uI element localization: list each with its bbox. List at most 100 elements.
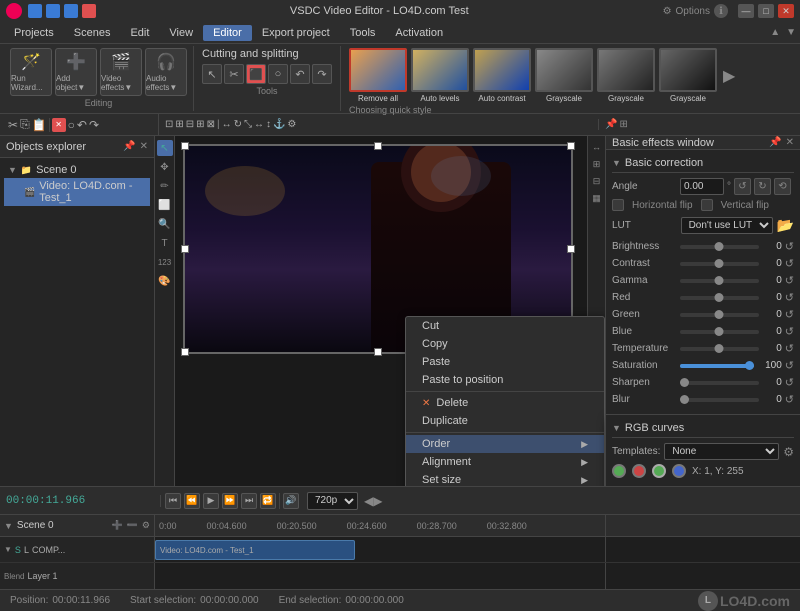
flip-h-icon[interactable]: ↔	[254, 119, 264, 130]
gamma-thumb[interactable]	[715, 276, 724, 285]
run-wizard-button[interactable]: 🪄 Run Wizard...	[10, 48, 52, 96]
handle-tl[interactable]	[181, 142, 189, 150]
blur-reset-icon[interactable]: ↺	[785, 393, 794, 406]
contrast-slider[interactable]	[680, 262, 759, 266]
blur-slider[interactable]	[680, 398, 759, 402]
play-btn[interactable]: ▶	[203, 493, 219, 509]
flip-v-icon[interactable]: ↕	[266, 119, 271, 130]
brightness-slider[interactable]	[680, 245, 759, 249]
select-tool[interactable]: ↖	[202, 64, 222, 84]
angle-reset-btn[interactable]: ↺	[734, 178, 751, 195]
style-grayscale1[interactable]	[535, 48, 593, 92]
red-reset-icon[interactable]: ↺	[785, 291, 794, 304]
menu-export[interactable]: Export project	[252, 25, 340, 41]
copy-icon[interactable]: ⎘	[20, 117, 30, 132]
blue-reset-icon[interactable]: ↺	[785, 325, 794, 338]
settings-icon[interactable]: ⚙	[287, 119, 296, 130]
saturation-reset-icon[interactable]: ↺	[785, 359, 794, 372]
color-tool[interactable]: 🎨	[157, 273, 173, 289]
ctx-delete[interactable]: ✕ Delete	[406, 394, 604, 412]
track-clip-1[interactable]: Video: LO4D.com - Test_1	[155, 540, 355, 560]
green-thumb[interactable]	[715, 310, 724, 319]
h-flip-checkbox[interactable]	[612, 199, 624, 211]
prev-frame-btn[interactable]: ⏪	[184, 493, 200, 509]
handle-bc[interactable]	[374, 348, 382, 356]
blue-slider[interactable]	[680, 330, 759, 334]
angle-cw-btn[interactable]: ↻	[754, 178, 771, 195]
loop-btn[interactable]: 🔁	[260, 493, 276, 509]
angle-input[interactable]	[680, 178, 724, 195]
expand-icon[interactable]: ◀▶	[364, 494, 382, 508]
brightness-reset-icon[interactable]: ↺	[785, 240, 794, 253]
zoom-in-icon[interactable]: ⊞	[175, 119, 183, 130]
cut-tool[interactable]: ✂	[224, 64, 244, 84]
lut-folder-icon[interactable]: 📂	[777, 217, 794, 234]
contrast-reset-icon[interactable]: ↺	[785, 257, 794, 270]
zoom-out-icon[interactable]: ⊟	[186, 119, 194, 130]
menu-editor[interactable]: Editor	[203, 25, 252, 41]
saturation-thumb[interactable]	[745, 361, 754, 370]
style-auto-contrast[interactable]	[473, 48, 531, 92]
ctx-order[interactable]: Order ▶	[406, 435, 604, 453]
red-slider[interactable]	[680, 296, 759, 300]
menu-activation[interactable]: Activation	[385, 25, 453, 41]
redo-icon[interactable]: ↷	[89, 118, 99, 132]
circle-icon[interactable]: ○	[68, 118, 75, 132]
resize-icon[interactable]: ⤡	[244, 119, 252, 130]
style-arrow-icon[interactable]: ▶	[723, 66, 735, 86]
close-panel-icon[interactable]: ✕	[140, 141, 148, 152]
right-tool-2[interactable]: ⊞	[590, 157, 604, 171]
green-reset-icon[interactable]: ↺	[785, 308, 794, 321]
handle-rc[interactable]	[567, 245, 575, 253]
add-object-button[interactable]: ➕ Add object▼	[55, 48, 97, 96]
video-item[interactable]: 🎬 Video: LO4D.com - Test_1	[4, 178, 150, 206]
temperature-slider[interactable]	[680, 347, 759, 351]
gamma-slider[interactable]	[680, 279, 759, 283]
arrow-select-tool[interactable]: ↖	[157, 140, 173, 156]
skip-start-btn[interactable]: ⏮	[165, 493, 181, 509]
zoom-canvas-tool[interactable]: 🔍	[157, 216, 173, 232]
style-auto-levels[interactable]	[411, 48, 469, 92]
vol-btn[interactable]: 🔊	[283, 493, 299, 509]
ctx-set-size[interactable]: Set size ▶	[406, 471, 604, 486]
zoom-fit-icon[interactable]: ⊡	[165, 119, 173, 130]
style-grayscale3[interactable]	[659, 48, 717, 92]
gamma-reset-icon[interactable]: ↺	[785, 274, 794, 287]
ctx-cut[interactable]: Cut	[406, 317, 604, 335]
ctx-paste-to-pos[interactable]: Paste to position	[406, 371, 604, 389]
ctx-paste[interactable]: Paste	[406, 353, 604, 371]
handle-tr[interactable]	[567, 142, 575, 150]
sharpen-thumb[interactable]	[680, 378, 689, 387]
skip-end-btn[interactable]: ⏭	[241, 493, 257, 509]
text-tool[interactable]: T	[157, 235, 173, 251]
rgb-green2-dot[interactable]	[652, 464, 666, 478]
remove-layer-icon[interactable]: ➖	[127, 520, 138, 531]
rgb-red-dot[interactable]	[632, 464, 646, 478]
anchor-icon[interactable]: ⚓	[273, 119, 285, 130]
snap-icon[interactable]: ⊠	[207, 119, 215, 130]
ctx-duplicate[interactable]: Duplicate	[406, 412, 604, 430]
circle-tool[interactable]: ○	[268, 64, 288, 84]
audio-effects-button[interactable]: 🎧 Audio effects▼	[145, 48, 187, 96]
redo-tool[interactable]: ↷	[312, 64, 332, 84]
undo-icon[interactable]: ↶	[77, 118, 87, 132]
pin-panel-icon[interactable]: 📌	[123, 141, 135, 152]
temperature-thumb[interactable]	[715, 344, 724, 353]
menu-tools[interactable]: Tools	[340, 25, 386, 41]
pencil-tool[interactable]: ✏	[157, 178, 173, 194]
right-tool-1[interactable]: ↔	[590, 140, 604, 154]
add-layer-icon[interactable]: ➕	[111, 520, 122, 531]
brightness-thumb[interactable]	[715, 242, 724, 251]
options-label[interactable]: Options	[676, 6, 710, 17]
close-right-panel-icon[interactable]: ✕	[786, 137, 794, 148]
rgb-green-dot[interactable]	[612, 464, 626, 478]
blue-thumb[interactable]	[715, 327, 724, 336]
maximize-button[interactable]: □	[758, 4, 774, 18]
eraser-tool[interactable]: ⬜	[157, 197, 173, 213]
v-flip-checkbox[interactable]	[701, 199, 713, 211]
green-slider[interactable]	[680, 313, 759, 317]
style-remove-all[interactable]	[349, 48, 407, 92]
ctx-copy[interactable]: Copy	[406, 335, 604, 353]
menu-scenes[interactable]: Scenes	[64, 25, 121, 41]
handle-lc[interactable]	[181, 245, 189, 253]
